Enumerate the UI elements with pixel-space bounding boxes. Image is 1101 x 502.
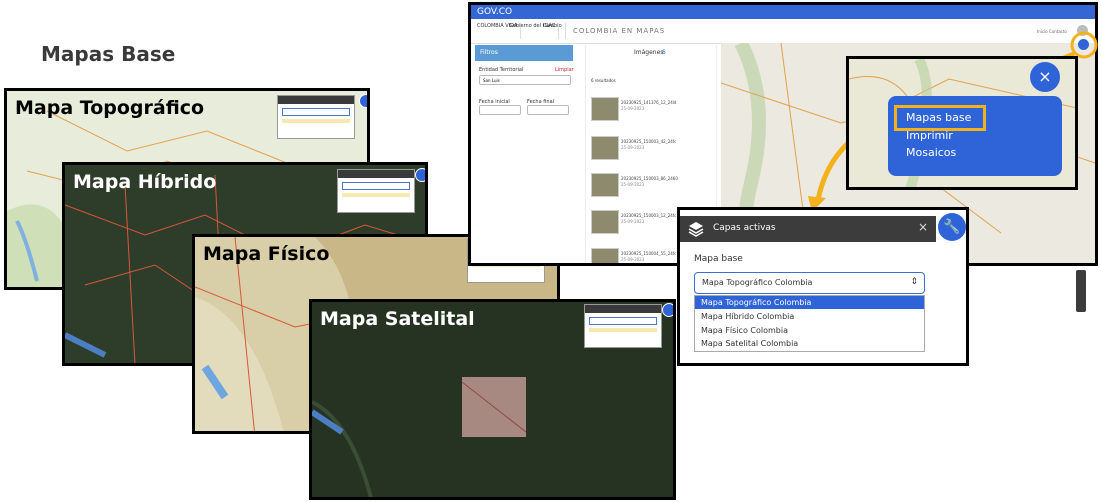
mapa-base-select[interactable]: Mapa Topográfico Colombia ⇕ bbox=[694, 272, 925, 294]
option-hibrido[interactable]: Mapa Híbrido Colombia bbox=[695, 310, 924, 323]
option-topografico[interactable]: Mapa Topográfico Colombia bbox=[695, 296, 924, 309]
chevron-updown-icon: ⇕ bbox=[910, 277, 918, 287]
mapa-base-label: Mapa base bbox=[694, 254, 743, 264]
wrench-icon[interactable]: 🔧 bbox=[938, 213, 966, 241]
option-satelital[interactable]: Mapa Satelital Colombia bbox=[695, 337, 924, 350]
menu-item-mosaicos[interactable]: Mosaicos bbox=[906, 146, 956, 159]
close-icon[interactable]: × bbox=[1030, 62, 1060, 92]
close-icon[interactable]: × bbox=[918, 220, 928, 234]
zoom-controls[interactable] bbox=[1076, 270, 1086, 312]
option-fisico[interactable]: Mapa Físico Colombia bbox=[695, 324, 924, 337]
info-icon[interactable] bbox=[1078, 39, 1089, 50]
highlight-box bbox=[894, 105, 986, 131]
menu-item-imprimir[interactable]: Imprimir bbox=[906, 129, 953, 142]
select-value: Mapa Topográfico Colombia bbox=[702, 278, 813, 287]
capas-title: Capas activas bbox=[713, 223, 776, 233]
layers-icon bbox=[688, 222, 704, 237]
